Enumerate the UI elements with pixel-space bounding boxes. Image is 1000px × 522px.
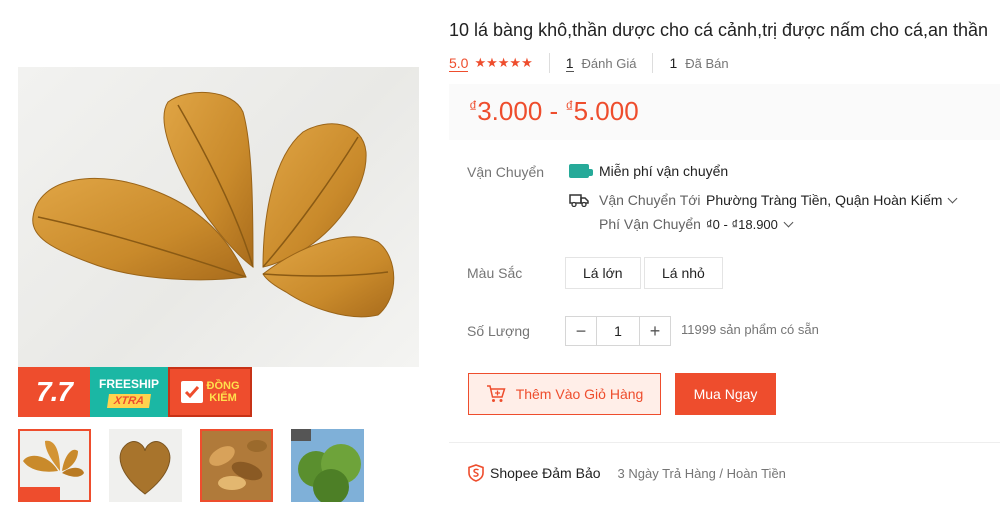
ship-to-row: Vận Chuyển Tới Phường Tràng Tiền, Quận H… (569, 192, 958, 208)
thumbnail-2[interactable] (109, 429, 182, 502)
thumbnail-strip (18, 429, 364, 502)
dong-kiem-line2: KIỂM (209, 392, 237, 404)
price-separator: - (542, 96, 566, 126)
price-range: ₫3.000 - ₫5.000 (469, 96, 639, 127)
dong-kiem-line1: ĐỒNG (206, 380, 240, 392)
shopee-guarantee[interactable]: Shopee Đảm Bảo 3 Ngày Trả Hàng / Hoàn Ti… (468, 464, 786, 482)
checkmark-icon (180, 381, 203, 403)
shield-icon (468, 464, 484, 482)
variant-option-large-leaf[interactable]: Lá lớn (565, 257, 641, 289)
reviews-label: Đánh Giá (581, 55, 637, 71)
quantity-label: Số Lượng (467, 323, 530, 339)
free-shipping-text: Miễn phí vận chuyển (599, 163, 729, 179)
thumbnail-leaves-image (20, 440, 84, 500)
ship-to-value: Phường Tràng Tiền, Quận Hoàn Kiếm (706, 192, 943, 208)
section-divider (449, 442, 1000, 443)
ship-fee-value: ₫0 - ₫18.900 (706, 216, 778, 232)
ship-to-label: Vận Chuyển Tới (599, 192, 701, 208)
price-section: ₫3.000 - ₫5.000 (449, 84, 1000, 140)
product-gallery: 7.7 FREESHIP XTRA ĐỒNG KIỂM (18, 67, 419, 502)
add-to-cart-button[interactable]: Thêm Vào Giỏ Hàng (468, 373, 661, 415)
stock-available-text: 11999 sản phẩm có sẵn (681, 322, 819, 337)
free-shipping-row: Miễn phí vận chuyển (569, 163, 728, 179)
buy-now-button[interactable]: Mua Ngay (675, 373, 776, 415)
freeship-xtra-badge: FREESHIP XTRA (90, 367, 168, 417)
ship-fee-row: Phí Vận Chuyển ₫0 - ₫18.900 (599, 216, 794, 232)
thumbnail-3[interactable] (200, 429, 273, 502)
reviews-count[interactable]: 1 (565, 55, 574, 72)
product-stats: 5.0 ★★★★★ 1 Đánh Giá 1 Đã Bán (449, 53, 729, 73)
dong-kiem-badge: ĐỒNG KIỂM (168, 367, 252, 417)
shipping-label: Vận Chuyển (467, 164, 545, 180)
quantity-input[interactable]: 1 (596, 317, 640, 345)
thumbnail-pile-leaves-image (202, 431, 271, 500)
main-product-image[interactable] (18, 67, 419, 367)
ship-to-location[interactable]: Phường Tràng Tiền, Quận Hoàn Kiếm (706, 192, 958, 208)
color-label: Màu Sắc (467, 265, 523, 281)
product-page: 7.7 FREESHIP XTRA ĐỒNG KIỂM 10 lá bàng k… (0, 0, 1000, 522)
promo-banner: 7.7 FREESHIP XTRA ĐỒNG KIỂM (18, 367, 252, 417)
price-min: 3.000 (477, 96, 543, 126)
thumbnail-4[interactable] (291, 429, 364, 502)
freeship-label: FREESHIP (98, 376, 159, 391)
sold-count: 1 (669, 55, 678, 71)
quantity-increase-button[interactable]: + (640, 317, 670, 345)
free-shipping-icon (569, 164, 593, 178)
sale-77-badge: 7.7 (18, 367, 90, 417)
thumbnail-1[interactable] (18, 429, 91, 502)
quantity-stepper: − 1 + (565, 316, 671, 346)
dried-leaves-illustration (32, 91, 395, 318)
xtra-label: XTRA (107, 393, 151, 408)
chevron-down-icon (948, 193, 958, 204)
variant-option-small-leaf[interactable]: Lá nhỏ (644, 257, 723, 289)
rating-stars-icon: ★★★★★ (474, 55, 533, 70)
thumbnail-heart-leaf-image (119, 441, 171, 495)
rating-value[interactable]: 5.0 (449, 55, 469, 72)
truck-icon (569, 194, 589, 207)
currency-symbol: ₫ (469, 99, 478, 116)
cart-plus-icon (486, 385, 506, 402)
stats-divider (548, 53, 550, 73)
ship-fee-label: Phí Vận Chuyển (599, 216, 701, 232)
currency-symbol: ₫ (565, 99, 574, 116)
dong-kiem-text: ĐỒNG KIỂM (207, 380, 240, 404)
sold-label: Đã Bán (685, 55, 729, 71)
price-max: 5.000 (573, 96, 639, 126)
quantity-decrease-button[interactable]: − (566, 317, 596, 345)
thumbnail-tree-image (291, 429, 364, 502)
ship-fee-dropdown[interactable]: ₫0 - ₫18.900 (706, 216, 794, 232)
chevron-down-icon (783, 217, 794, 227)
guarantee-title: Shopee Đảm Bảo (490, 465, 601, 481)
stats-divider (652, 53, 654, 73)
product-title: 10 lá bàng khô,thần dược cho cá cảnh,trị… (449, 20, 989, 40)
guarantee-description: 3 Ngày Trả Hàng / Hoàn Tiền (617, 465, 786, 481)
add-to-cart-label: Thêm Vào Giỏ Hàng (515, 386, 644, 402)
